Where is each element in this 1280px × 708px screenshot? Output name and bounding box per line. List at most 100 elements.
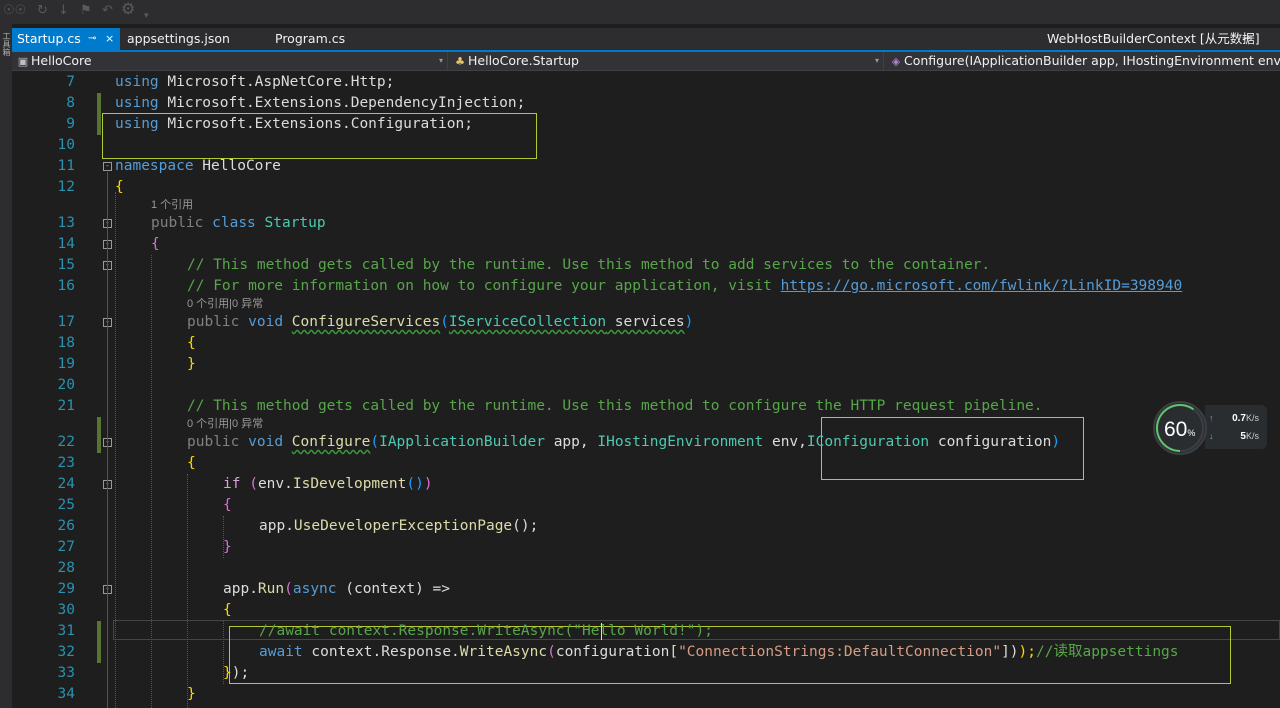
code-line-8: using Microsoft.Extensions.DependencyInj… xyxy=(115,93,525,114)
line-number: 28 xyxy=(57,560,75,576)
network-monitor-widget[interactable]: ↑ 0.7K/s ↓ 5K/s 60% xyxy=(1149,397,1272,459)
code-text: (); xyxy=(512,518,539,534)
code-line-19: } xyxy=(187,354,196,375)
tab-label: Startup.cs xyxy=(17,31,81,46)
paren: ) xyxy=(1051,434,1061,450)
type-name: IApplicationBuilder xyxy=(379,434,545,450)
brace: { xyxy=(187,455,196,471)
chevron-down-icon: ▾ xyxy=(438,56,443,65)
codelens-references[interactable]: 0 个引用|0 异常 xyxy=(187,297,263,312)
upload-value: 0.7K/s xyxy=(1232,411,1259,426)
class-icon: ♣ xyxy=(455,55,465,68)
keyword: await xyxy=(259,644,303,660)
refresh-icon[interactable]: ↻ xyxy=(37,2,48,20)
undo-icon[interactable]: ↶ xyxy=(102,2,113,20)
code-line-22: public void Configure(IApplicationBuilde… xyxy=(187,432,1060,453)
tab-label: Program.cs xyxy=(275,31,346,46)
tab-webhostbuildercontext[interactable]: WebHostBuilderContext [从元数据] ⊸ xyxy=(1042,28,1280,50)
code-line-17: public void ConfigureServices(IServiceCo… xyxy=(187,312,693,333)
line-number: 8 xyxy=(66,95,75,111)
paren: ( xyxy=(240,476,258,492)
collapse-icon[interactable]: - xyxy=(103,162,112,171)
paren: ); xyxy=(1018,644,1037,660)
change-marker xyxy=(97,621,101,663)
brace: { xyxy=(151,236,160,252)
tab-startup-cs[interactable]: Startup.cs ⊸ × xyxy=(12,28,120,50)
line-number: 31 xyxy=(57,623,75,639)
tab-appsettings-json[interactable]: appsettings.json xyxy=(122,28,262,50)
link[interactable]: https://go.microsoft.com/fwlink/?LinkID=… xyxy=(781,278,1183,294)
save-icon[interactable]: ↓ xyxy=(58,2,69,20)
outline-guide xyxy=(107,172,108,708)
gear-icon[interactable]: ⚙ xyxy=(121,0,135,18)
line-number: 21 xyxy=(57,398,75,414)
keyword: namespace xyxy=(115,158,194,174)
line-number: 25 xyxy=(57,497,75,513)
paren: ( xyxy=(547,644,556,660)
code-text: Microsoft.AspNetCore.Http; xyxy=(158,74,395,90)
line-number: 19 xyxy=(57,356,75,372)
keyword: using xyxy=(115,95,159,111)
line-number: 9 xyxy=(66,116,75,132)
text-caret xyxy=(601,623,602,640)
gauge-percent-unit: % xyxy=(1187,428,1196,438)
method-name: Configure xyxy=(291,434,371,450)
comment: // This method gets called by the runtim… xyxy=(187,257,991,273)
line-number: 23 xyxy=(57,455,75,471)
line-number: 33 xyxy=(57,665,75,681)
pin-icon[interactable]: ⊸ xyxy=(1242,28,1250,49)
class-dropdown[interactable]: ♣ HelloCore.Startup ▾ xyxy=(452,52,884,70)
toolbox-label[interactable]: 工具箱 xyxy=(1,32,11,56)
paren: ) xyxy=(423,476,433,492)
code-text: (context) => xyxy=(336,581,451,597)
project-dropdown[interactable]: ▣ HelloCore ▾ xyxy=(12,52,448,70)
chevron-down-icon[interactable]: ▾ xyxy=(144,7,149,25)
line-number: 17 xyxy=(57,314,75,330)
tab-label: WebHostBuilderContext [从元数据] xyxy=(1047,31,1260,46)
comment: //读取appsettings xyxy=(1036,644,1179,660)
gauge-percent-value: 60 xyxy=(1164,418,1188,441)
keyword: void xyxy=(248,434,284,450)
code-line-26: app.UseDeveloperExceptionPage(); xyxy=(259,516,538,537)
code-line-32: await context.Response.WriteAsync(config… xyxy=(259,642,1179,663)
keyword: async xyxy=(292,581,337,597)
document-tab-bar: Startup.cs ⊸ × appsettings.json Program.… xyxy=(12,28,1280,50)
left-tool-strip: 工具箱 xyxy=(0,24,12,708)
tab-program-cs[interactable]: Program.cs xyxy=(270,28,380,50)
param-name: app, xyxy=(544,434,598,450)
codelens-references[interactable]: 1 个引用 xyxy=(151,198,193,213)
code-line-31: //await context.Response.WriteAsync("Hel… xyxy=(259,621,713,642)
line-number: 14 xyxy=(57,236,75,252)
close-icon[interactable]: × xyxy=(105,28,114,49)
method-name: WriteAsync xyxy=(459,644,548,660)
bookmark-icon[interactable]: ⚑ xyxy=(80,2,92,20)
code-line-27: } xyxy=(223,537,232,558)
code-line-23: { xyxy=(187,453,196,474)
brace: } xyxy=(223,665,232,681)
upload-unit: K/s xyxy=(1245,413,1259,423)
code-line-13: public class Startup xyxy=(151,213,326,234)
keyword: using xyxy=(115,74,159,90)
codelens-references[interactable]: 0 个引用|0 异常 xyxy=(187,417,263,432)
pin-icon[interactable]: ⊸ xyxy=(88,28,96,49)
code-text: context.Response. xyxy=(302,644,460,660)
line-number: 24 xyxy=(57,476,75,492)
line-number: 29 xyxy=(57,581,75,597)
keyword: if xyxy=(223,476,241,492)
brace: { xyxy=(187,335,196,351)
class-dropdown-value: HelloCore.Startup xyxy=(468,53,579,68)
keyword: class xyxy=(212,215,256,231)
code-line-18: { xyxy=(187,333,196,354)
csharp-project-icon: ▣ xyxy=(17,55,29,68)
brace: { xyxy=(223,602,232,618)
type-name: IServiceCollection xyxy=(448,314,607,330)
keyword: using xyxy=(115,116,159,132)
line-number: 12 xyxy=(57,179,75,195)
code-editor[interactable]: 7 8 9 10 11 12 13 14 15 16 17 18 19 20 2… xyxy=(12,72,1280,708)
member-dropdown[interactable]: ◈ Configure(IApplicationBuilder app, IHos… xyxy=(888,52,1280,70)
paren: ) xyxy=(684,314,694,330)
glasses-icon[interactable]: ☉☉ xyxy=(3,2,26,20)
keyword: public xyxy=(187,314,240,330)
line-number: 15 xyxy=(57,257,75,273)
method-name: UseDeveloperExceptionPage xyxy=(293,518,513,534)
